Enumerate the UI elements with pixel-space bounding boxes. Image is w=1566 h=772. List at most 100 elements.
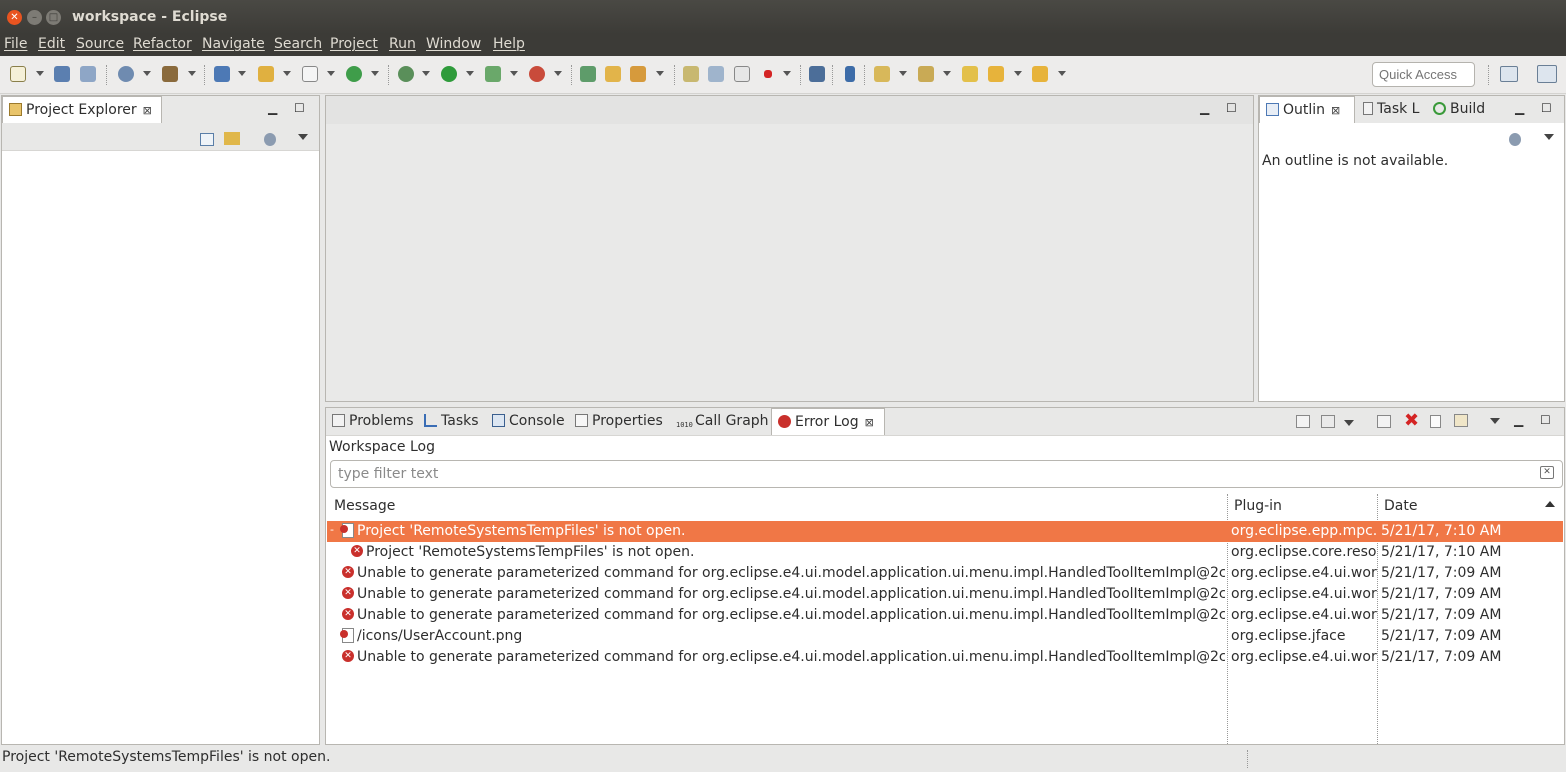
menu-project[interactable]: Project	[330, 36, 378, 52]
search-dropdown-icon[interactable]	[656, 71, 664, 76]
table-row[interactable]: /icons/UserAccount.png org.eclipse.jface…	[327, 626, 1563, 647]
save-all-icon[interactable]	[80, 66, 96, 82]
menu-edit[interactable]: Edit	[38, 36, 65, 52]
menu-search[interactable]: Search	[274, 36, 322, 52]
menu-file[interactable]: File	[4, 36, 27, 52]
build-hammer-icon[interactable]	[162, 66, 178, 82]
debug-icon[interactable]	[398, 66, 414, 82]
tab-build[interactable]: Build	[1427, 96, 1491, 123]
column-message[interactable]: Message	[328, 494, 1228, 519]
save-icon[interactable]	[54, 66, 70, 82]
block-selection-icon[interactable]	[708, 66, 724, 82]
table-row[interactable]: - Project 'RemoteSystemsTempFiles' is no…	[327, 521, 1563, 542]
error-log-view-menu-icon[interactable]	[1490, 418, 1500, 424]
tab-outline[interactable]: Outlin ⊠	[1259, 96, 1355, 123]
expand-toggle-icon[interactable]: -	[330, 523, 334, 536]
forward-dropdown-icon[interactable]	[1058, 71, 1066, 76]
editor-maximize-icon[interactable]: ☐	[1226, 101, 1237, 115]
tab-problems[interactable]: Problems	[326, 408, 420, 435]
stop-icon[interactable]	[764, 70, 772, 78]
open-folder-icon[interactable]	[605, 66, 621, 82]
terminal-icon[interactable]	[809, 66, 825, 82]
table-row[interactable]: ✕ Project 'RemoteSystemsTempFiles' is no…	[327, 542, 1563, 563]
export-log-icon[interactable]	[1296, 415, 1310, 428]
run-icon[interactable]	[441, 66, 457, 82]
menu-navigate[interactable]: Navigate	[202, 36, 265, 52]
previous-annotation-dropdown-icon[interactable]	[943, 71, 951, 76]
new-folder-dropdown-icon[interactable]	[283, 71, 291, 76]
new-dropdown-icon[interactable]	[36, 71, 44, 76]
menu-run[interactable]: Run	[389, 36, 416, 52]
new-c-project-dropdown-icon[interactable]	[238, 71, 246, 76]
back-arrow-icon[interactable]	[988, 66, 1004, 82]
close-window-button[interactable]: ✕	[7, 10, 22, 25]
clear-filter-icon[interactable]: ✕	[1540, 466, 1554, 479]
open-perspective-icon[interactable]	[1500, 66, 1518, 82]
new-class-dropdown-icon[interactable]	[327, 71, 335, 76]
show-whitespace-icon[interactable]	[734, 66, 750, 82]
external-tools-dropdown-icon[interactable]	[554, 71, 562, 76]
restore-log-icon[interactable]	[1454, 414, 1468, 427]
new-c-project-icon[interactable]	[214, 66, 230, 82]
new-element-dropdown-icon[interactable]	[371, 71, 379, 76]
view-menu-icon[interactable]	[298, 134, 308, 140]
focus-icon[interactable]	[1509, 133, 1521, 146]
table-row[interactable]: ✕ Unable to generate parameterized comma…	[327, 605, 1563, 626]
new-icon[interactable]	[10, 66, 26, 82]
close-icon[interactable]: ⊠	[865, 416, 874, 429]
link-with-editor-icon[interactable]	[224, 132, 240, 145]
menu-help[interactable]: Help	[493, 36, 525, 52]
menu-refactor[interactable]: Refactor	[133, 36, 192, 52]
profile-icon[interactable]	[485, 66, 501, 82]
next-annotation-icon[interactable]	[874, 66, 890, 82]
tab-task-list[interactable]: Task L	[1357, 96, 1425, 123]
outline-maximize-icon[interactable]: ☐	[1541, 101, 1552, 115]
editor-minimize-icon[interactable]: ▁	[1200, 101, 1209, 115]
forward-arrow-icon[interactable]	[1032, 66, 1048, 82]
import-log-icon[interactable]	[1321, 415, 1335, 428]
previous-annotation-icon[interactable]	[918, 66, 934, 82]
table-row[interactable]: ✕ Unable to generate parameterized comma…	[327, 563, 1563, 584]
clear-log-icon[interactable]	[1377, 415, 1391, 428]
column-date[interactable]: Date	[1378, 494, 1564, 519]
filter-input[interactable]: type filter text ✕	[330, 460, 1563, 488]
error-log-minimize-icon[interactable]: ▁	[1514, 413, 1523, 427]
column-plugin[interactable]: Plug-in	[1228, 494, 1376, 519]
external-tools-icon[interactable]	[529, 66, 545, 82]
table-row[interactable]: ✕ Unable to generate parameterized comma…	[327, 647, 1563, 668]
filter-icon[interactable]	[264, 133, 276, 146]
profile-dropdown-icon[interactable]	[510, 71, 518, 76]
tab-call-graph[interactable]: 1010 Call Graph	[670, 408, 775, 435]
search-flashlight-icon[interactable]	[630, 66, 646, 82]
c-cpp-perspective-icon[interactable]	[1537, 65, 1557, 83]
close-icon[interactable]: ⊠	[1331, 104, 1340, 117]
maximize-window-button[interactable]: □	[46, 10, 61, 25]
tab-properties[interactable]: Properties	[569, 408, 669, 435]
close-icon[interactable]: ⊠	[143, 104, 152, 117]
open-type-icon[interactable]	[580, 66, 596, 82]
tab-console[interactable]: Console	[486, 408, 571, 435]
pin-icon[interactable]	[845, 66, 855, 82]
new-folder-icon[interactable]	[258, 66, 274, 82]
tab-tasks[interactable]: Tasks	[418, 408, 485, 435]
tab-project-explorer[interactable]: Project Explorer ⊠	[2, 96, 162, 123]
stop-dropdown-icon[interactable]	[783, 71, 791, 76]
menu-window[interactable]: Window	[426, 36, 481, 52]
last-edit-location-icon[interactable]	[962, 66, 978, 82]
next-annotation-dropdown-icon[interactable]	[899, 71, 907, 76]
import-dropdown-icon[interactable]	[1344, 420, 1354, 426]
tab-error-log[interactable]: Error Log ⊠	[771, 408, 885, 435]
maximize-icon[interactable]: ☐	[294, 101, 305, 115]
outline-view-menu-icon[interactable]	[1544, 134, 1554, 140]
minimize-icon[interactable]: ▁	[268, 101, 277, 115]
sort-ascending-icon[interactable]	[1545, 501, 1555, 507]
outline-minimize-icon[interactable]: ▁	[1515, 101, 1524, 115]
build-target-dropdown-icon[interactable]	[143, 71, 151, 76]
build-target-icon[interactable]	[118, 66, 134, 82]
open-log-icon[interactable]	[1430, 415, 1441, 428]
build-dropdown-icon[interactable]	[188, 71, 196, 76]
run-dropdown-icon[interactable]	[466, 71, 474, 76]
collapse-all-icon[interactable]	[200, 133, 214, 146]
back-dropdown-icon[interactable]	[1014, 71, 1022, 76]
menu-source[interactable]: Source	[76, 36, 124, 52]
